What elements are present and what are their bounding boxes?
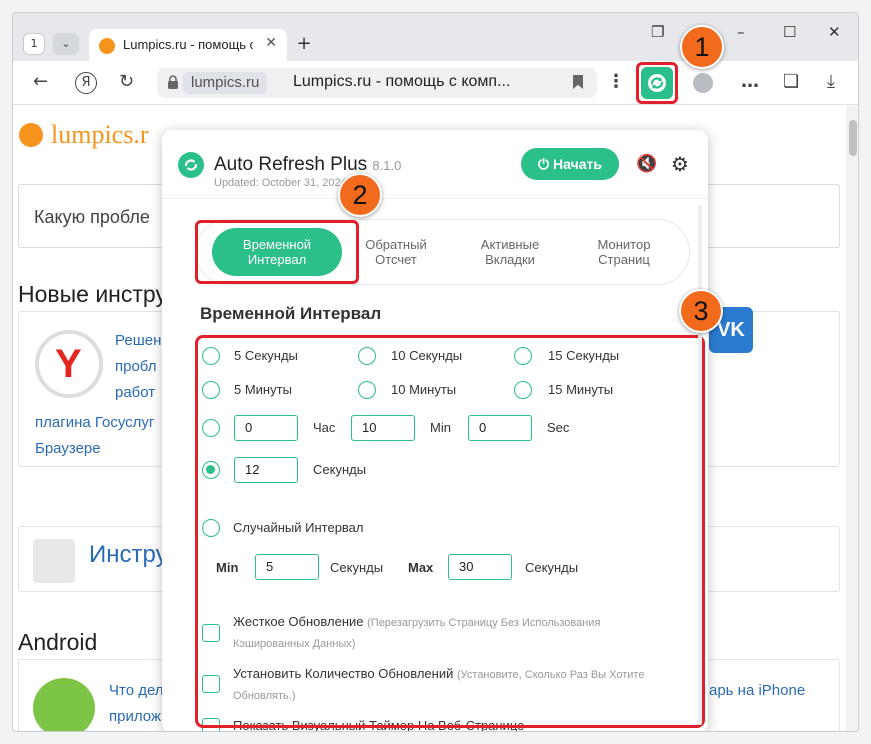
close-window-icon[interactable]: ✕ (828, 23, 841, 41)
tab-page-monitor[interactable]: Монитор Страниц (576, 228, 672, 276)
annotation-badge: 1 (680, 25, 724, 69)
iphone-article-link[interactable]: арь на iPhone (709, 678, 805, 704)
minimize-icon[interactable]: – (737, 23, 745, 41)
app-title: Auto Refresh Plus 8.1.0 (214, 154, 402, 175)
lock-icon (168, 75, 178, 89)
gear-icon[interactable]: ⚙ (671, 152, 689, 176)
section-title-new: Новые инстру (18, 281, 167, 307)
article-link-line[interactable]: Решен (115, 328, 161, 354)
tab-strip: 1 ⌄ Lumpics.ru - помощь с ✕ + ❐ – ☐ ✕ (13, 13, 858, 61)
app-updated: Updated: October 31, 2024 (214, 177, 347, 189)
new-tab-plus-icon[interactable]: + (291, 32, 317, 58)
tab-lumpics[interactable]: Lumpics.ru - помощь с ✕ (89, 29, 287, 61)
more-horizontal-icon[interactable]: … (741, 71, 759, 92)
address-bar[interactable]: lumpics.ru Lumpics.ru - помощь с комп... (157, 68, 597, 98)
domain-chip[interactable]: lumpics.ru (183, 72, 268, 94)
tab-title: Lumpics.ru - помощь с (123, 37, 253, 52)
tab-list-chevron-icon[interactable]: ⌄ (53, 33, 79, 55)
popup-scrollbar[interactable] (698, 205, 702, 725)
collections-icon[interactable]: ❏ (783, 71, 799, 92)
article-link-line[interactable]: Что дел (109, 678, 164, 704)
globe-icon[interactable] (693, 73, 713, 93)
highlight-active-tab (195, 220, 359, 284)
tab-active-tabs[interactable]: Активные Вкладки (462, 228, 558, 276)
back-arrow-icon[interactable]: ← (33, 71, 48, 92)
lumpics-favicon-icon (99, 38, 115, 54)
scroll-thumb[interactable] (849, 120, 857, 156)
article-link-line[interactable]: пробл (115, 354, 161, 380)
page-scrollbar[interactable] (846, 106, 858, 731)
highlight-extension-button (636, 62, 678, 104)
reload-icon[interactable]: ↻ (119, 71, 134, 92)
bookmark-icon[interactable] (573, 75, 583, 89)
tab-countdown[interactable]: Обратный Отсчет (348, 228, 444, 276)
orange-logo-icon (19, 123, 43, 147)
address-page-title: Lumpics.ru - помощь с комп... (293, 73, 511, 90)
toolbar: ← Я ↻ lumpics.ru Lumpics.ru - помощь с к… (13, 61, 858, 105)
tab-count-button[interactable]: 1 (23, 33, 45, 55)
category-link[interactable]: Инстру (89, 541, 168, 569)
platforms-icon (33, 539, 75, 583)
article-link-line[interactable]: прилож (109, 704, 164, 730)
browser-window: 1 ⌄ Lumpics.ru - помощь с ✕ + ❐ – ☐ ✕ ← … (0, 0, 871, 744)
mute-icon[interactable]: 🔇 (636, 154, 657, 174)
article-link-line[interactable]: плагина Госуслуг (35, 410, 154, 436)
article-link-line[interactable]: работ (115, 380, 161, 406)
maximize-icon[interactable]: ☐ (783, 23, 796, 41)
site-logo[interactable]: lumpics.r (19, 120, 149, 150)
tab-close-icon[interactable]: ✕ (265, 35, 277, 51)
more-vertical-icon[interactable]: ⋮ (607, 71, 625, 92)
browser-frame: 1 ⌄ Lumpics.ru - помощь с ✕ + ❐ – ☐ ✕ ← … (12, 12, 859, 732)
download-icon[interactable]: ⤓ (827, 71, 835, 92)
section-heading: Временной Интервал (200, 304, 382, 323)
yandex-icon[interactable]: Я (75, 72, 97, 94)
auto-refresh-logo-icon (178, 152, 204, 178)
highlight-settings-area (195, 335, 705, 728)
start-button[interactable]: ⏻ Начать (521, 148, 619, 180)
header-divider (162, 198, 708, 199)
yandex-logo-icon: Y (35, 330, 103, 398)
app-version: 8.1.0 (372, 158, 402, 173)
article-link-line[interactable]: Браузере (35, 436, 154, 462)
annotation-badge: 3 (679, 289, 723, 333)
tab-manager-icon[interactable]: ❐ (651, 23, 664, 41)
section-title-android: Android (18, 629, 98, 655)
auto-refresh-popup: Auto Refresh Plus 8.1.0 Updated: October… (162, 130, 708, 731)
annotation-badge: 2 (338, 173, 382, 217)
android-icon (33, 678, 95, 731)
